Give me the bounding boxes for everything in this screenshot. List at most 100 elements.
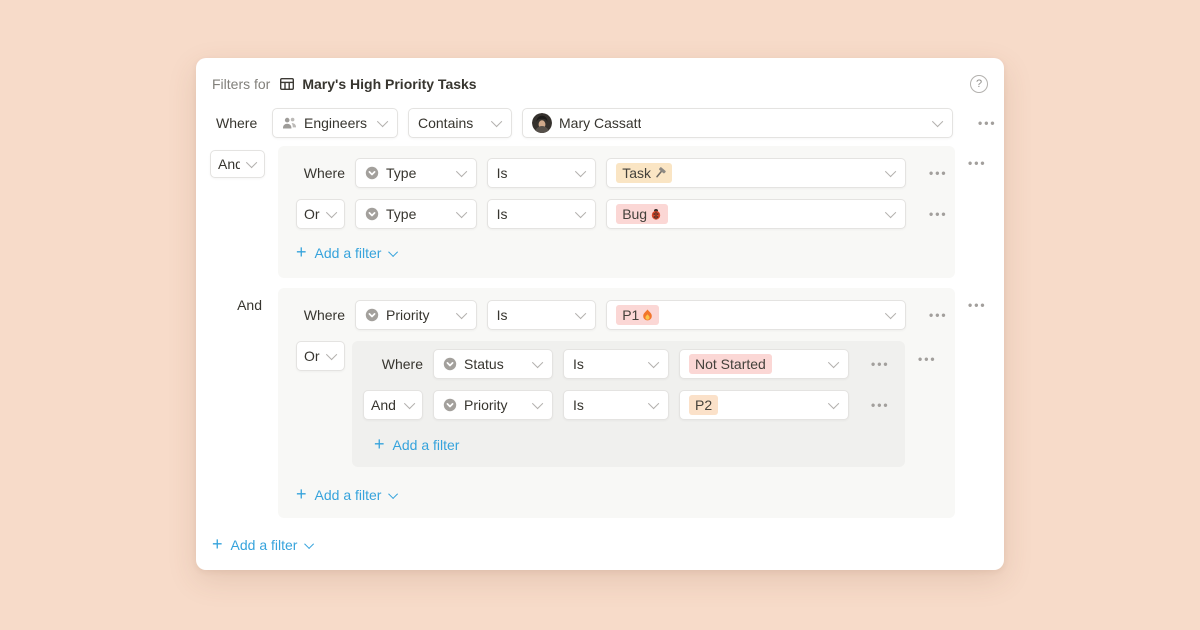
connector-label: Where	[216, 115, 262, 131]
chevron-down-icon	[575, 308, 586, 319]
connector-label: Where	[304, 307, 345, 323]
value-select[interactable]: Bug	[606, 199, 906, 229]
tag-label: Not Started	[695, 354, 766, 374]
value-select[interactable]: Not Started	[679, 349, 849, 379]
group2-connector-label: And	[216, 297, 262, 313]
add-filter-label: Add a filter	[231, 537, 298, 553]
select-circle-icon	[365, 207, 379, 221]
nested-filter-group: Where Status Is Not Started	[352, 341, 905, 467]
value-select[interactable]: Task	[606, 158, 906, 188]
add-filter-button[interactable]: + Add a filter	[212, 535, 314, 555]
hammer-icon	[654, 167, 666, 179]
tag-label: Task	[622, 163, 651, 183]
add-filter-button[interactable]: + Add a filter	[296, 485, 955, 505]
filter-row: Or Type Is Bug	[296, 199, 955, 229]
chevron-down-icon	[828, 398, 839, 409]
property-select-status[interactable]: Status	[433, 349, 553, 379]
filter-row: Where Type Is Task	[296, 158, 955, 188]
chevron-down-icon	[648, 398, 659, 409]
tag-bug: Bug	[616, 204, 668, 224]
group1-more-button[interactable]: •••	[968, 156, 987, 170]
property-select-priority[interactable]: Priority	[355, 300, 477, 330]
value-label: Mary Cassatt	[559, 115, 641, 131]
tag-label: Bug	[622, 204, 647, 224]
value-select[interactable]: P1	[606, 300, 906, 330]
help-icon[interactable]: ?	[970, 75, 988, 93]
tag-p2: P2	[689, 395, 718, 415]
table-icon	[279, 76, 295, 92]
panel-header: Filters for Mary's High Priority Tasks ?	[212, 70, 988, 98]
chevron-down-icon	[491, 116, 502, 127]
filter-group-1: Where Type Is Task	[278, 146, 955, 278]
value-select-person[interactable]: Mary Cassatt	[522, 108, 953, 138]
select-circle-icon	[365, 308, 379, 322]
connector-select[interactable]: Or	[296, 199, 345, 229]
add-filter-label: Add a filter	[315, 245, 382, 261]
operator-select[interactable]: Contains	[408, 108, 512, 138]
plus-icon: +	[212, 535, 223, 553]
chevron-down-icon	[885, 308, 896, 319]
chevron-down-icon	[326, 207, 337, 218]
property-select-type[interactable]: Type	[355, 199, 477, 229]
operator-select[interactable]: Is	[487, 199, 597, 229]
property-select-engineers[interactable]: Engineers	[272, 108, 398, 138]
add-filter-label: Add a filter	[315, 487, 382, 503]
filter-row: And Priority Is	[363, 390, 905, 420]
tag-label: P2	[695, 395, 712, 415]
operator-select[interactable]: Is	[563, 349, 669, 379]
row-more-button[interactable]: •••	[871, 398, 897, 412]
add-filter-button[interactable]: + Add a filter	[296, 243, 955, 263]
property-select-type[interactable]: Type	[355, 158, 477, 188]
chevron-down-icon	[305, 539, 315, 549]
chevron-down-icon	[246, 157, 257, 168]
connector-label: Or	[304, 348, 320, 364]
chevron-down-icon	[828, 357, 839, 368]
operator-select[interactable]: Is	[563, 390, 669, 420]
select-circle-icon	[365, 166, 379, 180]
tag-p1: P1	[616, 305, 659, 325]
operator-label: Is	[573, 397, 584, 413]
people-icon	[282, 116, 297, 130]
chevron-down-icon	[885, 207, 896, 218]
group2-more-button[interactable]: •••	[968, 298, 987, 312]
add-filter-button[interactable]: + Add a filter	[374, 435, 905, 455]
filters-panel: Filters for Mary's High Priority Tasks ?…	[196, 58, 1004, 570]
row-more-button[interactable]: •••	[978, 116, 997, 130]
connector-select[interactable]: And	[363, 390, 423, 420]
property-label: Priority	[386, 307, 430, 323]
plus-icon: +	[374, 435, 385, 453]
connector-select[interactable]: Or	[296, 341, 345, 371]
chevron-down-icon	[404, 398, 415, 409]
chevron-down-icon	[455, 166, 466, 177]
operator-label: Is	[497, 307, 508, 323]
property-label: Engineers	[304, 115, 367, 131]
connector-label: Where	[382, 356, 423, 372]
group1-connector-select[interactable]: And	[210, 150, 265, 178]
plus-icon: +	[296, 485, 307, 503]
row-more-button[interactable]: •••	[929, 308, 955, 322]
chevron-down-icon	[532, 357, 543, 368]
operator-select[interactable]: Is	[487, 300, 597, 330]
property-select-priority[interactable]: Priority	[433, 390, 553, 420]
chevron-down-icon	[932, 116, 943, 127]
value-select[interactable]: P2	[679, 390, 849, 420]
row-more-button[interactable]: •••	[871, 357, 897, 371]
nested-group-more-button[interactable]: •••	[918, 352, 937, 366]
property-label: Type	[386, 165, 416, 181]
row-more-button[interactable]: •••	[929, 166, 955, 180]
plus-icon: +	[296, 243, 307, 261]
operator-label: Is	[573, 356, 584, 372]
tag-label: P1	[622, 305, 639, 325]
property-label: Type	[386, 206, 416, 222]
operator-select[interactable]: Is	[487, 158, 597, 188]
operator-label: Contains	[418, 115, 473, 131]
row-more-button[interactable]: •••	[929, 207, 955, 221]
property-label: Status	[464, 356, 504, 372]
connector-label: And	[371, 397, 396, 413]
chevron-down-icon	[648, 357, 659, 368]
chevron-down-icon	[455, 207, 466, 218]
chevron-down-icon	[575, 166, 586, 177]
select-circle-icon	[443, 357, 457, 371]
avatar	[532, 113, 552, 133]
select-circle-icon	[443, 398, 457, 412]
